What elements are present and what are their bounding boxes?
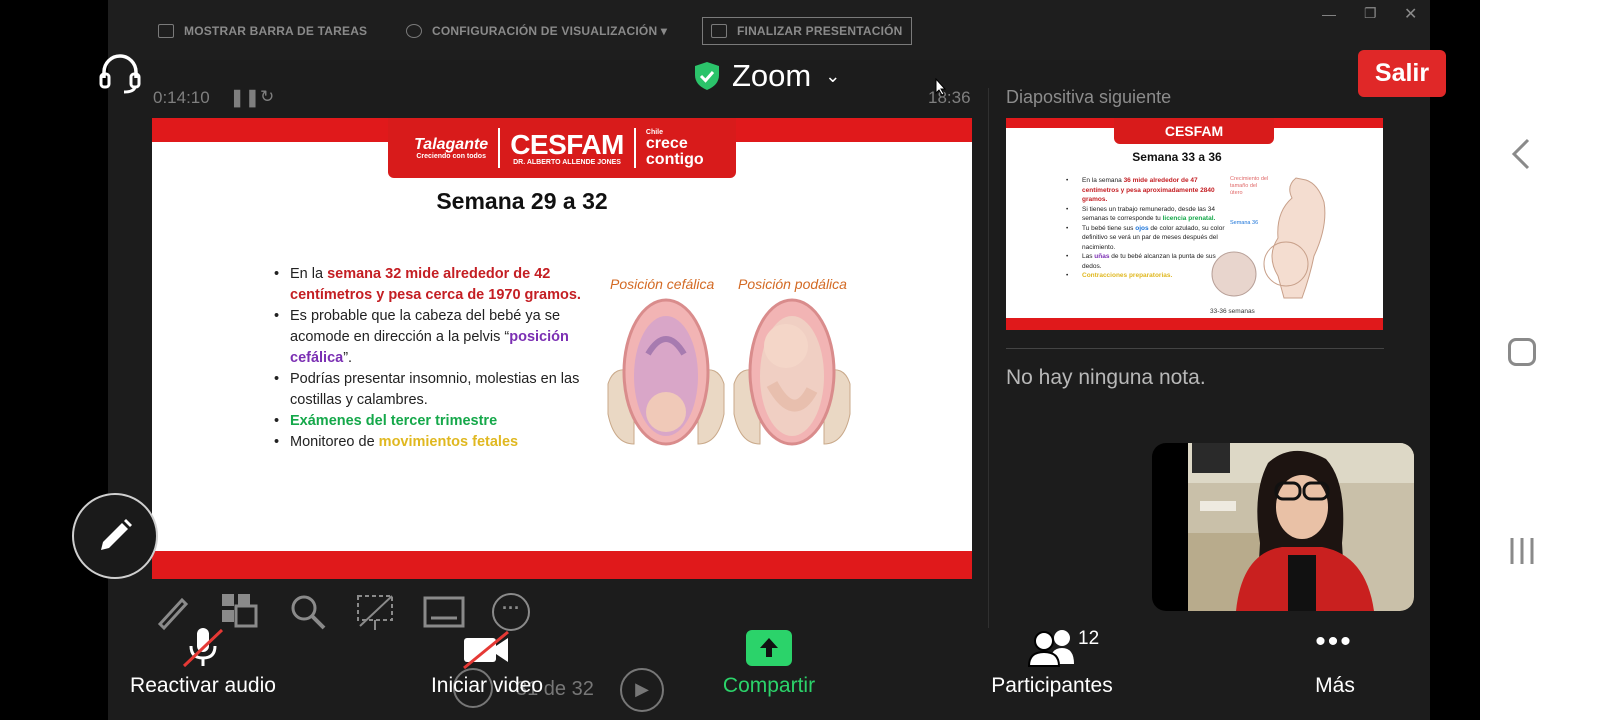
start-video-label[interactable]: Iniciar video (412, 674, 562, 698)
cesfam-logo: Talagante Creciendo con todos CESFAM DR.… (388, 118, 736, 178)
list-item: En la semana 36 mide alrededor de 47 cen… (1066, 176, 1226, 205)
zoom-icon[interactable] (288, 592, 328, 632)
laser-pointer-icon[interactable] (354, 592, 398, 632)
display-settings-button[interactable]: CONFIGURACIÓN DE VISUALIZACIÓN ▾ (406, 24, 667, 38)
next-slide-logo: CESFAM (1114, 118, 1274, 144)
shield-check-icon (695, 62, 719, 90)
video-off-icon[interactable] (462, 630, 512, 670)
participant-video-tile[interactable] (1152, 443, 1414, 611)
list-item: Exámenes del tercer trimestre (274, 411, 594, 432)
meeting-title: Zoom (732, 58, 812, 93)
share-label[interactable]: Compartir (704, 674, 834, 698)
recent-apps-icon[interactable] (1508, 536, 1536, 566)
figure-label-breech: Posición podálica (738, 276, 847, 292)
headset-icon[interactable] (98, 54, 142, 94)
participant-video-feed (1188, 443, 1414, 611)
android-nav-bar (1480, 0, 1600, 720)
reset-timer-icon[interactable]: ↻ (260, 87, 274, 107)
slide-bullets: En la semana 32 mide alrededor de 42 cen… (274, 264, 594, 453)
next-slide-preview[interactable]: CESFAM Semana 33 a 36 En la semana 36 mi… (1006, 118, 1383, 330)
elapsed-timer: 0:14:10 (153, 88, 210, 107)
list-item: Si tienes un trabajo remunerado, desde l… (1066, 205, 1226, 224)
back-icon[interactable] (1510, 138, 1534, 170)
share-screen-icon[interactable] (746, 630, 792, 666)
pane-divider (988, 88, 989, 628)
list-item: Contracciones preparatorias. (1066, 271, 1226, 281)
annotate-button[interactable] (72, 493, 158, 579)
list-item: Monitoreo de movimientos fetales (274, 432, 594, 453)
list-item: Tu bebé tiene sus ojos de color azulado,… (1066, 224, 1226, 253)
leave-button[interactable]: Salir (1358, 50, 1446, 97)
participants-label[interactable]: Participantes (980, 674, 1124, 698)
mic-muted-icon[interactable] (180, 626, 226, 670)
next-slide-label: Diapositiva siguiente (1006, 87, 1172, 107)
more-label[interactable]: Más (1300, 674, 1370, 698)
minimize-window-button[interactable]: — (1322, 6, 1336, 22)
next-slide-button[interactable]: ▶ (620, 668, 664, 712)
fetal-position-illustration (607, 298, 851, 446)
presenter-toolbar: MOSTRAR BARRA DE TAREAS CONFIGURACIÓN DE… (108, 0, 1430, 60)
cursor-icon (935, 78, 947, 96)
notes-separator (1006, 348, 1384, 349)
slide-title: Semana 29 a 32 (436, 188, 608, 214)
slide-bottom-bar (152, 551, 972, 579)
more-options-icon[interactable]: ··· (492, 593, 530, 631)
more-icon[interactable]: ••• (1312, 627, 1356, 666)
pregnancy-silhouette-illustration (1211, 177, 1326, 299)
current-slide: Talagante Creciendo con todos CESFAM DR.… (152, 118, 972, 579)
participants-count: 12 (1078, 628, 1100, 649)
end-show-icon (711, 24, 727, 38)
home-icon[interactable] (1508, 338, 1536, 366)
unmute-audio-label[interactable]: Reactivar audio (110, 674, 296, 698)
list-item: Las uñas de tu bebé alcanzan la punta de… (1066, 252, 1226, 271)
taskbar-icon (158, 24, 174, 38)
subtitles-icon[interactable] (423, 594, 465, 630)
pause-timer-icon[interactable]: ❚❚ (230, 88, 261, 108)
close-window-button[interactable]: ✕ (1404, 4, 1417, 24)
figure-label-cephalic: Posición cefálica (610, 276, 715, 292)
restore-window-button[interactable]: ❐ (1364, 5, 1377, 22)
list-item: Podrías presentar insomnio, molestias en… (274, 369, 594, 411)
notes-text: No hay ninguna nota. (1006, 366, 1206, 389)
slides-grid-icon[interactable] (220, 592, 260, 632)
end-presentation-button[interactable]: FINALIZAR PRESENTACIÓN (702, 17, 912, 45)
next-slide-bullets: En la semana 36 mide alrededor de 47 cen… (1066, 176, 1226, 281)
list-item: Es probable que la cabeza del bebé ya se… (274, 306, 594, 369)
settings-monitor-icon (406, 24, 422, 38)
chevron-down-icon: ⌄ (825, 65, 841, 86)
show-taskbar-button[interactable]: MOSTRAR BARRA DE TAREAS (158, 24, 367, 38)
meeting-title-dropdown[interactable]: Zoom ⌄ (694, 58, 840, 94)
list-item: En la semana 32 mide alrededor de 42 cen… (274, 264, 594, 306)
participants-icon[interactable] (1027, 628, 1076, 668)
pencil-icon (101, 519, 132, 550)
